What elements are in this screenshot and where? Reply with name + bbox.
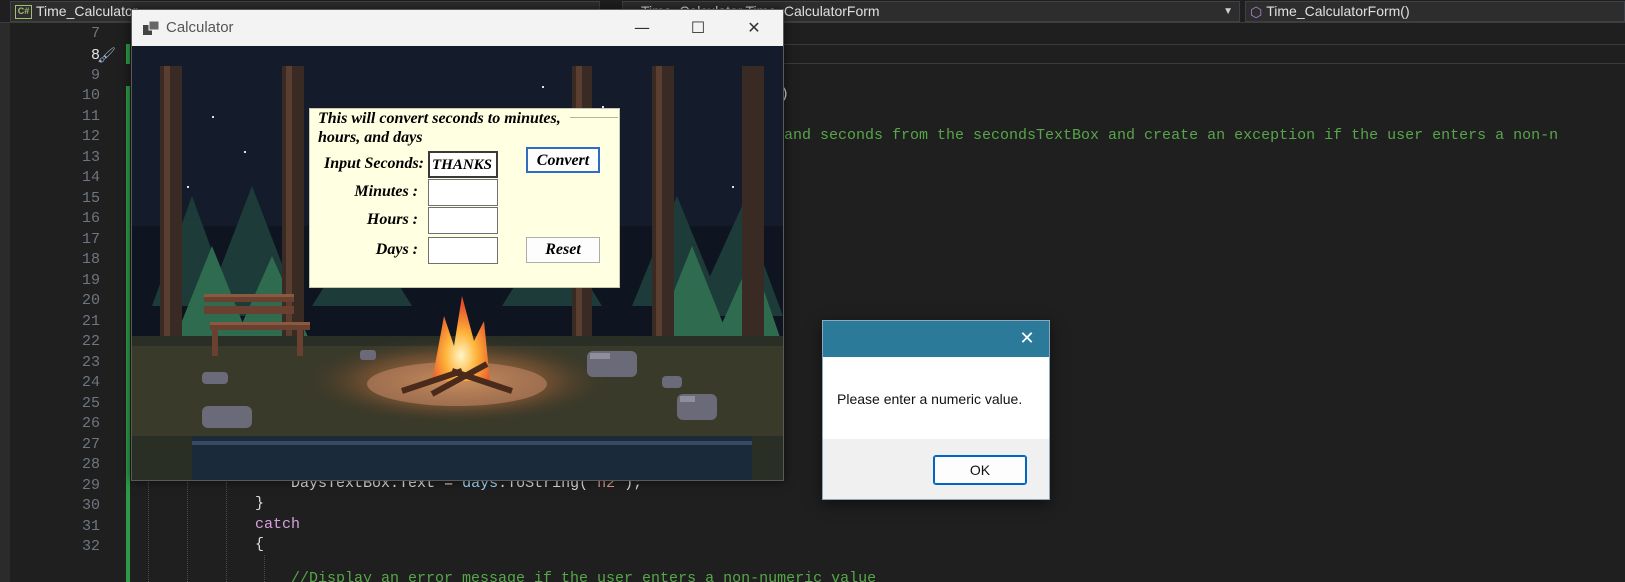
seconds-input[interactable]: THANKS [428,151,498,178]
error-message-dialog[interactable]: ✕ Please enter a numeric value. OK [822,320,1050,500]
maximize-button[interactable]: ☐ [670,10,726,46]
converter-group-box: This will convert seconds to minutes, ho… [309,108,620,288]
code-line-32: { [255,536,265,553]
line-number: 25 [81,395,100,412]
maximize-icon: ☐ [690,18,706,37]
change-indicator [126,44,130,64]
code-comment: and seconds from the secondsTextBox and … [784,127,1559,144]
line-number: 24 [81,374,100,391]
line-number-gutter: 7 8 9 10 11 12 13 14 15 16 17 18 19 20 2… [28,23,118,582]
chevron-down-icon[interactable]: ▼ [1223,2,1233,21]
dialog-footer: OK [823,439,1049,499]
line-number: 12 [81,128,100,145]
line-number: 16 [81,210,100,227]
project-name: Time_Calculator [36,3,138,19]
line-number: 10 [81,87,100,104]
line-number: 23 [81,354,100,371]
days-output-field[interactable] [428,237,498,264]
calculator-window[interactable]: Calculator — ☐ ✕ This will convert secon… [131,9,784,481]
csharp-project-icon: C# [15,5,32,20]
editor-separator [784,63,1625,64]
convert-button[interactable]: Convert [526,147,600,173]
method-icon: ⬡ [1250,3,1263,20]
minutes-label: Minutes : [354,183,418,200]
indent-guide [148,482,149,582]
line-number-current: 8 [90,47,100,64]
ok-button[interactable]: OK [933,455,1027,485]
campfire-background-image: This will convert seconds to minutes, ho… [132,46,783,480]
line-number: 21 [81,313,100,330]
line-number: 19 [81,272,100,289]
close-icon: ✕ [747,18,761,37]
minimize-icon: — [634,18,650,37]
window-title: Calculator [166,19,234,36]
member-name: Time_CalculatorForm() [1266,3,1410,19]
line-number: 29 [81,477,100,494]
change-indicator [126,86,130,582]
line-number: 17 [81,231,100,248]
editor-separator [784,44,1625,45]
line-number: 9 [90,67,100,84]
reset-button[interactable]: Reset [526,237,600,263]
line-number: 20 [81,292,100,309]
line-number: 13 [81,149,100,166]
line-number: 18 [81,251,100,268]
code-line-31: catch [255,516,301,533]
days-label: Days : [375,241,418,258]
line-number: 15 [81,190,100,207]
line-number: 26 [81,415,100,432]
minimize-button[interactable]: — [614,10,670,46]
line-number: 14 [81,169,100,186]
line-number: 28 [81,456,100,473]
indent-guide [264,555,265,582]
dialog-titlebar[interactable]: ✕ [823,321,1049,357]
line-number: 22 [81,333,100,350]
line-number: 27 [81,436,100,453]
code-line-30: } [255,495,265,512]
calculator-titlebar[interactable]: Calculator — ☐ ✕ [132,10,783,46]
indent-guide [226,482,227,582]
line-number: 31 [81,518,100,535]
close-button[interactable]: ✕ [726,10,782,46]
line-number: 11 [81,108,100,125]
line-number: 30 [81,497,100,514]
dialog-message: Please enter a numeric value. [837,391,1023,407]
seconds-label: Input Seconds: [323,155,424,172]
hours-label: Hours : [366,211,418,228]
code-line-33: //Display an error message if the user e… [291,571,877,582]
hours-output-field[interactable] [428,207,498,234]
minutes-output-field[interactable] [428,179,498,206]
line-number: 32 [81,538,100,555]
group-box-border [570,117,618,118]
app-icon [143,21,159,35]
description-label: This will convert seconds to minutes, ho… [318,110,561,146]
close-icon[interactable]: ✕ [1011,325,1043,353]
edit-brush-icon[interactable]: 🖌 [97,46,116,64]
indent-guide [187,482,188,582]
member-dropdown[interactable]: ⬡ Time_CalculatorForm() [1245,1,1625,22]
editor-left-margin [0,23,10,582]
line-number: 7 [90,25,100,42]
